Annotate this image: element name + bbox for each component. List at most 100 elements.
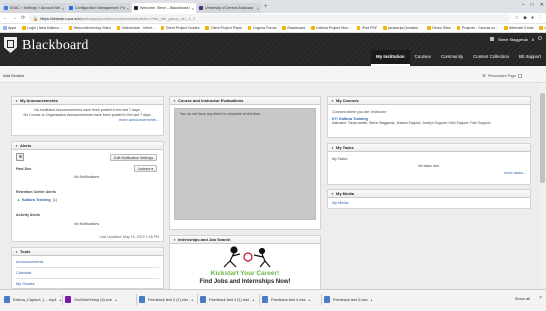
browser-tab[interactable]: University of Central Arkansas × xyxy=(197,3,261,13)
star-icon[interactable]: ☆ xyxy=(515,15,519,21)
bookmark-item[interactable]: Demo Sites xyxy=(427,26,451,30)
browser-tab-label: Welcome, Steve – Blackboard Le xyxy=(140,6,190,10)
close-tab-icon[interactable]: × xyxy=(127,6,129,11)
bookmark-item[interactable]: Cognos Forms xyxy=(247,26,276,30)
kickstart-headline: Kickstart Your Career! xyxy=(211,270,279,277)
tab-content-collection[interactable]: Content Collection xyxy=(468,50,514,66)
bookmark-item[interactable]: Alternate Email xyxy=(504,26,533,30)
chevron-up-icon[interactable]: ▴ xyxy=(371,298,373,302)
file-icon xyxy=(4,296,10,303)
download-item[interactable]: OneNoteSetup (4).exe ▴ xyxy=(65,294,117,305)
bookmark-item[interactable]: Apps xyxy=(3,26,16,30)
close-window-icon[interactable]: ✕ xyxy=(540,2,544,8)
tab-community[interactable]: Community xyxy=(436,50,468,66)
bookmark-item[interactable]: iPad PDF xyxy=(356,26,377,30)
extension-icon[interactable]: ◆ xyxy=(523,15,527,21)
address-bar-row: ← → ⟳ 🔒 https://bblearn.uca.edu/webapps/… xyxy=(0,13,546,24)
download-item[interactable]: Kaltura_Capture_L....mp4 ▴ xyxy=(4,294,61,305)
folder-icon xyxy=(427,26,431,30)
my-media-link[interactable]: My Media xyxy=(332,201,526,205)
actions-button[interactable]: Actions ▾ xyxy=(134,165,157,172)
divider xyxy=(62,294,63,305)
download-item[interactable]: Feedback test 4 (1).xlsx ▴ xyxy=(200,294,254,305)
new-tab-icon[interactable]: + xyxy=(264,4,268,10)
bookmark-item[interactable]: Login | New Kaltura ... xyxy=(22,26,63,30)
tab-bb-support[interactable]: Bb Support xyxy=(514,50,546,66)
collapse-arrow-icon[interactable]: ▼ xyxy=(331,146,334,150)
forward-icon[interactable]: → xyxy=(12,15,17,21)
collapse-arrow-icon[interactable]: ▼ xyxy=(331,99,334,103)
activity-heading: Activity Alerts xyxy=(16,213,41,217)
collapse-arrow-icon[interactable]: ▼ xyxy=(173,238,176,242)
download-item[interactable]: Feedback test 4.xlsx ▴ xyxy=(262,294,310,305)
chevron-up-icon[interactable]: ▴ xyxy=(309,298,311,302)
tab-courses[interactable]: Courses xyxy=(410,50,436,66)
edit-notification-settings-button[interactable]: Edit Notification Settings xyxy=(110,154,157,161)
bookmark-item[interactable]: Teleconferencing Video xyxy=(68,26,111,30)
add-module-button[interactable]: Add Module xyxy=(3,73,24,78)
bookmark-item[interactable]: Other bookmarks xyxy=(539,26,546,30)
scrollbar-thumb[interactable] xyxy=(540,93,545,183)
tool-link-my-grades[interactable]: My Grades xyxy=(16,281,159,287)
last-updated: Last Updated: May 15, 2019 1:28 PM xyxy=(99,235,159,239)
reload-icon[interactable]: ⟳ xyxy=(21,15,25,21)
tool-link-calendar[interactable]: Calendar xyxy=(16,270,159,276)
minimize-icon[interactable]: – xyxy=(522,2,525,8)
my-tasks-module: ▼ My Tasks My Tasks: No tasks due. more … xyxy=(327,143,531,185)
browser-tab-active[interactable]: Welcome, Steve – Blackboard Le × xyxy=(132,3,196,13)
chevron-up-icon[interactable]: ▴ xyxy=(252,298,254,302)
favicon-icon xyxy=(4,6,8,10)
browser-tab-label: University of Central Arkansas xyxy=(205,6,254,10)
bookmark-item[interactable]: Client Project Plans xyxy=(205,26,242,30)
bookmark-item[interactable]: Videoshare - Infinit... xyxy=(116,26,155,30)
module-title: My Tasks xyxy=(335,145,354,150)
more-announcements-link[interactable]: more announcements... xyxy=(16,118,159,122)
close-tab-icon[interactable]: × xyxy=(62,6,64,11)
collapse-arrow-icon[interactable]: ▼ xyxy=(331,192,334,196)
maximize-icon[interactable]: □ xyxy=(531,2,534,8)
scrollbar[interactable] xyxy=(539,83,546,289)
collapse-arrow-icon[interactable]: ▼ xyxy=(15,99,18,103)
bookmark-item[interactable]: Kaltura Project Mon... xyxy=(311,26,351,30)
retention-count: (1) xyxy=(52,198,58,202)
chevron-up-icon[interactable]: ▴ xyxy=(115,298,117,302)
back-icon[interactable]: ← xyxy=(3,15,8,21)
download-item[interactable]: Feedback test 3 (1).xlsx ▴ xyxy=(139,294,193,305)
tool-link-announcements[interactable]: Announcements xyxy=(16,259,159,265)
collapse-arrow-icon[interactable]: ▼ xyxy=(15,144,18,148)
bookmark-item[interactable]: Client Project Guides xyxy=(160,26,199,30)
power-icon[interactable]: ⏻ xyxy=(538,36,542,42)
retention-course-link[interactable]: Kaltura Training xyxy=(22,198,51,202)
personalize-page-button[interactable]: ⚙ Personalize Page xyxy=(482,73,522,78)
browser-tab[interactable]: Configuration Management: Pa × xyxy=(67,3,131,13)
close-tab-icon[interactable]: × xyxy=(192,6,194,11)
menu-icon[interactable]: ⋮ xyxy=(538,15,543,21)
bookmark-item[interactable]: Projects - Canvas co... xyxy=(456,26,498,30)
user-name[interactable]: Steve Staggerda xyxy=(498,37,528,42)
triangle-right-icon[interactable]: ▸ xyxy=(18,198,20,202)
folder-icon xyxy=(205,26,209,30)
bookmark-item[interactable]: Blackboard xyxy=(282,26,305,30)
evaluations-module: ▼ Course and Instructor Evaluations You … xyxy=(169,96,321,230)
tab-my-institution[interactable]: My Institution xyxy=(371,50,410,66)
avatar[interactable] xyxy=(489,37,494,41)
url-input[interactable]: 🔒 https://bblearn.uca.edu/webapps/portal… xyxy=(29,14,511,22)
close-download-shelf-icon[interactable]: × xyxy=(539,295,542,301)
chevron-up-icon[interactable]: ▴ xyxy=(191,298,193,302)
kickstart-banner[interactable]: Kickstart Your Career! Find Jobs and Int… xyxy=(170,245,320,289)
folder-icon xyxy=(282,26,286,30)
profile-icon[interactable]: ● xyxy=(531,15,534,21)
collapse-arrow-icon[interactable]: ▼ xyxy=(15,250,18,254)
download-label: OneNoteSetup (4).exe xyxy=(74,297,112,302)
close-tab-icon[interactable]: × xyxy=(257,6,259,11)
url-path: /webapps/portal/execute/tabs/tabAction?t… xyxy=(80,15,196,21)
user-bar: Steve Staggerda 6 ⏻ xyxy=(489,36,542,42)
download-item[interactable]: Feedback test 3.xlsx ▴ xyxy=(324,294,372,305)
notification-count[interactable]: 6 xyxy=(532,37,534,42)
more-tasks-link[interactable]: more tasks... xyxy=(332,171,526,175)
collapse-arrow-icon[interactable]: ▼ xyxy=(173,99,176,103)
module-title: My Media xyxy=(335,191,354,196)
browser-tab[interactable]: ASAC > Settings > Account Sett × xyxy=(2,3,66,13)
bookmark-item[interactable]: javascript:(function... xyxy=(383,26,421,30)
show-all-downloads-button[interactable]: Show all xyxy=(515,296,530,301)
